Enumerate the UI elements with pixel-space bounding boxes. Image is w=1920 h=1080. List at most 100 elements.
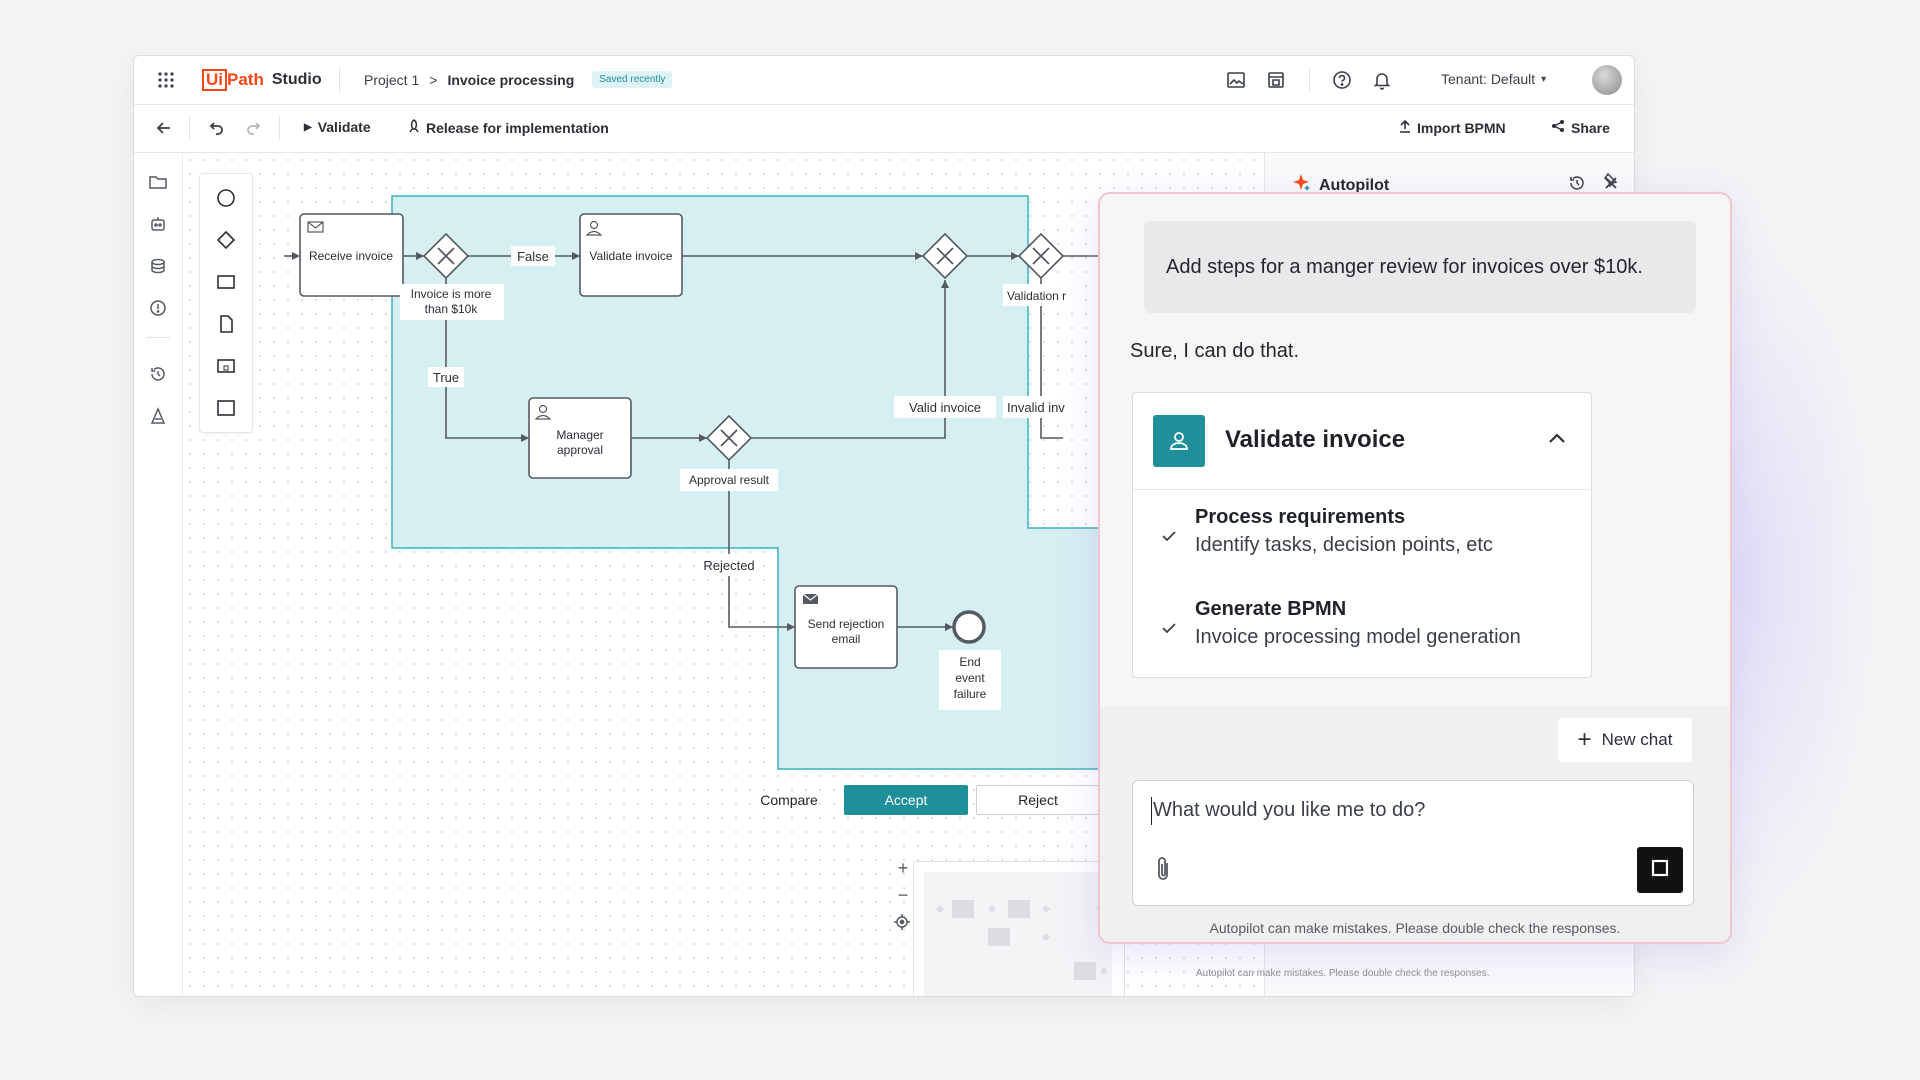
pool-icon[interactable] [214, 396, 238, 420]
release-button[interactable]: Release for implementation [408, 119, 609, 136]
chat-input-area: + New chat What would you like me to do?… [1100, 706, 1730, 942]
background-disclaimer: Autopilot can make mistakes. Please doub… [1196, 968, 1490, 979]
saved-status-badge: Saved recently [592, 71, 673, 88]
validate-label: Validate [317, 119, 371, 135]
disclaimer: Autopilot can make mistakes. Please doub… [1209, 920, 1621, 936]
gateway-diamond-icon[interactable] [214, 228, 238, 252]
progress-card-header[interactable]: Validate invoice [1133, 393, 1591, 490]
check-icon [1159, 618, 1179, 638]
edge-label-invalid-partial: Invalid inv [1007, 400, 1065, 415]
alert-icon[interactable] [146, 296, 170, 320]
robot-icon[interactable] [146, 212, 170, 236]
folder-icon[interactable] [146, 170, 170, 194]
product-logo[interactable]: Ui Path Studio [202, 69, 322, 91]
task-rectangle-icon[interactable] [214, 270, 238, 294]
user-prompt-bubble: Add steps for a manger review for invoic… [1144, 221, 1696, 313]
data-object-icon[interactable] [214, 312, 238, 336]
avatar[interactable] [1592, 65, 1622, 95]
gateway-label-line1: Invoice is more [411, 287, 492, 301]
play-icon: ▶ [304, 121, 312, 133]
autopilot-chat-panel: Add steps for a manger review for invoic… [1098, 192, 1732, 944]
step-item: Generate BPMN Invoice processing model g… [1133, 598, 1591, 668]
step-title: Generate BPMN [1195, 598, 1347, 620]
autopilot-icon[interactable] [146, 404, 170, 428]
left-rail [134, 152, 183, 996]
progress-card: Validate invoice Process requirements Id… [1132, 392, 1592, 678]
plus-icon: + [1577, 726, 1592, 753]
task-label-line2: approval [557, 443, 603, 457]
edge-label-false: False [517, 249, 549, 264]
new-chat-button[interactable]: + New chat [1558, 718, 1692, 762]
import-bpmn-label: Import BPMN [1417, 119, 1506, 136]
paperclip-icon[interactable] [1153, 855, 1177, 885]
task-receive-invoice: Receive invoice [299, 213, 404, 297]
step-item: Process requirements Identify tasks, dec… [1133, 506, 1591, 576]
task-send-rejection-email: Send rejection email [794, 585, 898, 669]
task-label: Validate invoice [589, 249, 672, 263]
chat-input-placeholder: What would you like me to do? [1153, 799, 1426, 821]
apps-grid-icon[interactable] [154, 68, 178, 92]
gateway-label: Approval result [689, 473, 770, 487]
zoom-out-icon[interactable]: − [893, 885, 913, 905]
breadcrumb-project[interactable]: Project 1 [364, 72, 419, 88]
task-label: Receive invoice [309, 249, 393, 263]
pin-icon[interactable] [1598, 168, 1622, 192]
edge-label-true: True [433, 370, 459, 385]
import-bpmn-button[interactable]: Import BPMN [1399, 119, 1506, 136]
redo-icon[interactable] [242, 116, 266, 140]
history-icon[interactable] [146, 362, 170, 386]
task-manager-approval: Manager approval [528, 397, 632, 479]
check-icon [1159, 526, 1179, 546]
stop-icon [1651, 859, 1669, 882]
task-label-line2: email [832, 632, 861, 646]
breadcrumb: Project 1 > Invoice processing Saved rec… [364, 71, 673, 88]
share-button[interactable]: Share [1551, 119, 1610, 136]
back-arrow-icon[interactable] [152, 116, 176, 140]
chat-input[interactable]: What would you like me to do? [1132, 780, 1694, 906]
calendar-icon[interactable] [1264, 68, 1288, 92]
share-label: Share [1571, 119, 1610, 136]
task-validate-invoice: Validate invoice [579, 213, 683, 297]
edge-label-valid: Valid invoice [909, 400, 981, 415]
breadcrumb-separator: > [429, 71, 438, 88]
subprocess-icon[interactable] [214, 354, 238, 378]
text-caret [1151, 797, 1152, 825]
gateway-label-partial: Validation r [1007, 289, 1066, 303]
end-event-failure [952, 610, 986, 644]
top-bar: Ui Path Studio Project 1 > Invoice proces… [134, 56, 1634, 105]
gateway-label-line2: than $10k [425, 302, 479, 316]
stop-button[interactable] [1637, 847, 1683, 893]
bell-icon[interactable] [1370, 68, 1394, 92]
share-icon [1551, 119, 1565, 136]
zoom-in-icon[interactable]: + [893, 858, 913, 878]
breadcrumb-process: Invoice processing [447, 71, 575, 88]
toolbar: ▶ Validate Release for implementation Im… [134, 104, 1634, 153]
undo-icon[interactable] [204, 116, 228, 140]
assistant-reply: Sure, I can do that. [1130, 340, 1299, 362]
task-label-line1: Send rejection [808, 617, 885, 631]
minimap[interactable] [913, 861, 1125, 996]
divider [279, 116, 280, 140]
event-circle-icon[interactable] [214, 186, 238, 210]
chevron-down-icon: ▾ [1541, 73, 1547, 85]
progress-card-title: Validate invoice [1225, 426, 1406, 453]
rocket-icon [408, 119, 420, 136]
upload-icon [1399, 119, 1411, 136]
recenter-icon[interactable] [893, 913, 913, 933]
reject-button[interactable]: Reject [976, 785, 1100, 815]
validate-button[interactable]: ▶ Validate [304, 119, 371, 135]
minimap-preview [924, 872, 1112, 996]
database-icon[interactable] [146, 254, 170, 278]
compare-button[interactable]: Compare [749, 785, 829, 815]
chevron-up-icon[interactable] [1545, 427, 1569, 451]
logo-studio: Studio [271, 71, 322, 88]
tenant-selector[interactable]: Tenant: Default ▾ [1441, 71, 1546, 87]
help-icon[interactable] [1330, 68, 1354, 92]
end-label-line3: failure [954, 687, 987, 701]
image-icon[interactable] [1224, 68, 1248, 92]
divider [339, 68, 340, 92]
step-title: Process requirements [1195, 506, 1406, 528]
logo-ui: Ui [202, 69, 227, 91]
new-chat-label: New chat [1601, 730, 1673, 749]
accept-button[interactable]: Accept [844, 785, 968, 815]
